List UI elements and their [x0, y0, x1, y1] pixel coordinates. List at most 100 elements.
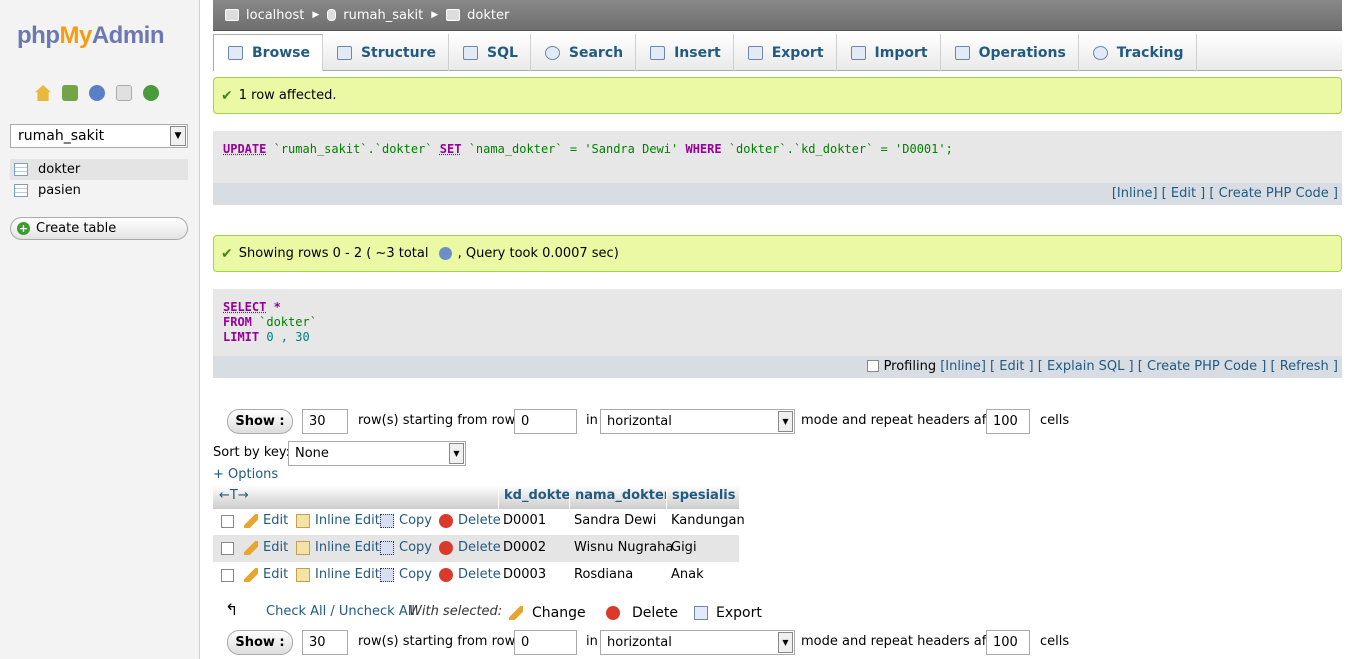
start-row-input[interactable]: 0 — [514, 409, 577, 434]
import-icon — [850, 45, 866, 60]
export-selected-button[interactable]: Export — [694, 605, 762, 621]
copy-link[interactable]: Copy — [380, 540, 432, 555]
options-link[interactable]: + Options — [213, 467, 278, 482]
column-header-spesialis[interactable]: spesialis — [666, 485, 739, 509]
change-selected-button[interactable]: Change — [509, 605, 586, 621]
browse-icon — [228, 46, 243, 60]
delete-link[interactable]: Delete — [439, 540, 501, 555]
search-icon — [544, 45, 560, 60]
inline-edit-icon — [296, 513, 310, 528]
table-icon — [14, 163, 28, 176]
update-sql-links[interactable]: [Inline] [ Edit ] [ Create PHP Code ] — [213, 183, 1342, 205]
repeat-headers-input-bottom[interactable]: 100 — [986, 630, 1030, 655]
delete-icon — [439, 567, 453, 582]
inline-edit-icon — [296, 540, 310, 555]
start-row-input-bottom[interactable]: 0 — [514, 630, 577, 655]
tab-tracking[interactable]: Tracking — [1079, 34, 1197, 71]
row-checkbox[interactable] — [221, 515, 234, 528]
delete-link[interactable]: Delete — [439, 513, 501, 528]
chevron-down-icon: ▼ — [778, 632, 793, 653]
edit-link[interactable]: Edit — [244, 540, 288, 555]
database-select[interactable]: rumah_sakit ▼ — [10, 124, 188, 148]
breadcrumb-server[interactable]: localhost — [225, 8, 304, 23]
display-mode-select[interactable]: horizontal ▼ — [600, 409, 795, 434]
tab-export[interactable]: Export — [734, 34, 837, 71]
tab-structure[interactable]: Structure — [323, 34, 449, 71]
copy-link[interactable]: Copy — [380, 567, 432, 582]
docs-icon[interactable] — [116, 85, 132, 101]
help-icon[interactable] — [89, 85, 105, 101]
delete-icon — [439, 513, 453, 528]
tab-search[interactable]: Search — [531, 34, 637, 71]
column-arrows[interactable]: ←T→ — [213, 485, 498, 509]
pencil-icon — [244, 540, 258, 555]
profiling-checkbox[interactable] — [867, 360, 880, 372]
help-icon[interactable] — [438, 247, 452, 260]
column-header-kd-dokter[interactable]: kd_dokter — [498, 485, 577, 509]
arrow-up-left-icon: ↰ — [225, 600, 239, 619]
row-checkbox[interactable] — [221, 569, 234, 582]
update-sql-query: UPDATE `rumah_sakit`.`dokter` SET `nama_… — [213, 131, 1342, 183]
table-icon — [14, 184, 28, 197]
rows-count-input[interactable]: 30 — [302, 409, 348, 434]
inline-edit-link[interactable]: Inline Edit — [296, 513, 380, 528]
copy-icon — [380, 513, 394, 528]
show-button-bottom[interactable]: Show : — [227, 630, 293, 655]
plus-icon: + — [17, 222, 30, 235]
create-table-button[interactable]: + Create table — [10, 217, 188, 240]
edit-link[interactable]: Edit — [244, 513, 288, 528]
delete-link[interactable]: Delete — [439, 567, 501, 582]
sql-action-links[interactable]: [Inline] [ Edit ] [ Explain SQL ] [ Crea… — [940, 359, 1338, 374]
breadcrumb-database[interactable]: rumah_sakit — [327, 8, 423, 23]
table-row: Edit Inline Edit Copy Delete D0001 Sandr… — [213, 508, 745, 535]
database-icon — [327, 9, 337, 21]
export-icon — [747, 45, 763, 60]
chevron-down-icon: ▼ — [170, 126, 186, 146]
tab-import[interactable]: Import — [837, 34, 941, 71]
select-sql-links: Profiling [Inline] [ Edit ] [ Explain SQ… — [213, 356, 1342, 378]
phpmyadmin-logo[interactable]: phpMyAdmin — [17, 22, 165, 50]
repeat-headers-input[interactable]: 100 — [986, 409, 1030, 434]
breadcrumb-table[interactable]: dokter — [446, 8, 509, 23]
check-icon: ✔ — [221, 87, 233, 104]
delete-icon — [606, 606, 620, 620]
chevron-down-icon: ▼ — [449, 443, 464, 464]
tab-sql[interactable]: SQL — [449, 34, 531, 71]
edit-link[interactable]: Edit — [244, 567, 288, 582]
copy-link[interactable]: Copy — [380, 513, 432, 528]
sidebar-item-dokter[interactable]: dokter — [10, 159, 188, 180]
exit-icon[interactable] — [62, 85, 78, 101]
copy-icon — [380, 540, 394, 555]
reload-icon[interactable] — [143, 85, 159, 101]
home-icon[interactable] — [35, 85, 51, 101]
delete-selected-button[interactable]: Delete — [606, 605, 678, 621]
column-header-nama-dokter[interactable]: nama_dokter — [569, 485, 670, 509]
tab-operations[interactable]: Operations — [941, 34, 1079, 71]
table-row: Edit Inline Edit Copy Delete D0003 Rosdi… — [213, 562, 739, 589]
wrench-icon — [954, 45, 970, 60]
display-mode-select-bottom[interactable]: horizontal ▼ — [600, 630, 795, 655]
breadcrumb: localhost ▶ rumah_sakit ▶ dokter — [213, 0, 1342, 31]
rows-count-input-bottom[interactable]: 30 — [302, 630, 348, 655]
tab-browse[interactable]: Browse — [213, 34, 323, 71]
insert-icon — [650, 45, 666, 60]
sidebar-item-pasien[interactable]: pasien — [10, 180, 188, 201]
select-sql-query: SELECT * FROM `dokter` LIMIT 0 , 30 — [213, 289, 1342, 356]
pencil-icon — [244, 567, 258, 582]
tab-insert[interactable]: Insert — [636, 34, 734, 71]
sort-key-select[interactable]: None ▼ — [288, 441, 466, 466]
inline-edit-link[interactable]: Inline Edit — [296, 567, 380, 582]
navigation-sidebar: phpMyAdmin rumah_sakit ▼ dokter pasien + C… — [0, 0, 200, 659]
check-all-link[interactable]: Check All / Uncheck All — [266, 604, 415, 619]
chevron-down-icon: ▼ — [778, 411, 793, 432]
inline-edit-link[interactable]: Inline Edit — [296, 540, 380, 555]
show-button[interactable]: Show : — [227, 409, 293, 434]
inline-edit-icon — [296, 567, 310, 582]
sql-icon — [462, 45, 478, 60]
delete-icon — [439, 540, 453, 555]
pencil-icon — [244, 513, 258, 528]
rows-info-message: ✔ Showing rows 0 - 2 ( ~3 total , Query t… — [213, 235, 1342, 272]
table-row: Edit Inline Edit Copy Delete D0002 Wisnu… — [213, 535, 739, 562]
row-checkbox[interactable] — [221, 542, 234, 555]
copy-icon — [380, 567, 394, 582]
